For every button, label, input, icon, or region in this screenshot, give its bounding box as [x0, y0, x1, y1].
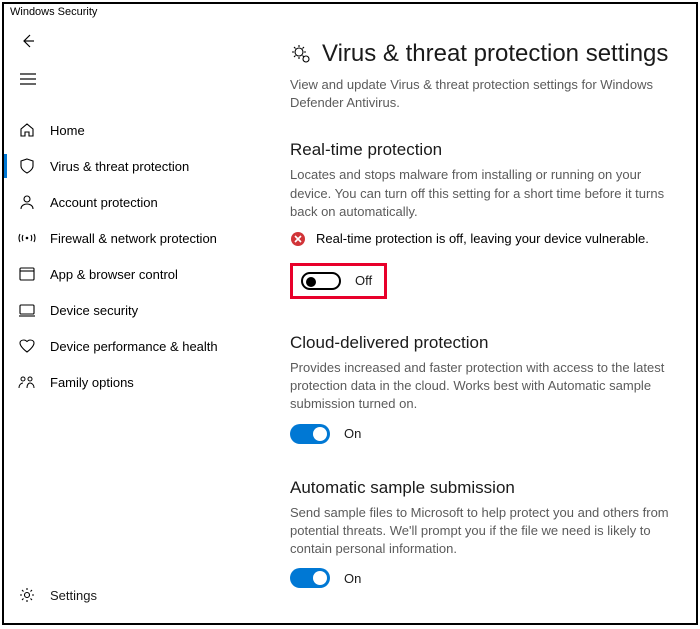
cloud-toggle[interactable] [290, 424, 330, 444]
app-window: Windows Security Home [2, 2, 698, 625]
sidebar-item-label: Firewall & network protection [50, 231, 217, 246]
sidebar-item-label: Family options [50, 375, 134, 390]
sidebar-item-settings[interactable]: Settings [4, 577, 266, 613]
sidebar-item-virus-threat[interactable]: Virus & threat protection [4, 148, 266, 184]
sidebar-item-label: Virus & threat protection [50, 159, 189, 174]
realtime-toggle-highlight: Off [290, 263, 387, 299]
window-body: Home Virus & threat protection Account p… [4, 20, 696, 623]
cloud-toggle-row: On [290, 424, 672, 444]
realtime-toggle-label: Off [355, 273, 372, 288]
antenna-icon [18, 229, 36, 247]
sample-toggle-row: On [290, 568, 672, 588]
nav-list: Home Virus & threat protection Account p… [4, 112, 266, 577]
sidebar-item-firewall[interactable]: Firewall & network protection [4, 220, 266, 256]
section-desc-sample: Send sample files to Microsoft to help p… [290, 504, 672, 559]
hamburger-icon [20, 73, 36, 85]
realtime-warning: Real-time protection is off, leaving you… [290, 231, 672, 247]
app-browser-icon [18, 265, 36, 283]
warning-text: Real-time protection is off, leaving you… [316, 231, 649, 246]
sample-toggle-label: On [344, 571, 361, 586]
sidebar-item-label: App & browser control [50, 267, 178, 282]
sample-toggle[interactable] [290, 568, 330, 588]
heart-icon [18, 337, 36, 355]
sidebar-footer: Settings [4, 577, 266, 623]
page-subtitle: View and update Virus & threat protectio… [290, 76, 672, 112]
family-icon [18, 373, 36, 391]
cloud-toggle-label: On [344, 426, 361, 441]
error-icon [290, 231, 306, 247]
section-desc-realtime: Locates and stops malware from installin… [290, 166, 672, 221]
sidebar-item-label: Home [50, 123, 85, 138]
back-button[interactable] [8, 26, 48, 56]
sidebar-item-performance[interactable]: Device performance & health [4, 328, 266, 364]
sidebar-item-label: Settings [50, 588, 97, 603]
sidebar-item-label: Device performance & health [50, 339, 218, 354]
section-desc-cloud: Provides increased and faster protection… [290, 359, 672, 414]
sidebar-item-label: Account protection [50, 195, 158, 210]
sidebar-item-label: Device security [50, 303, 138, 318]
realtime-toggle[interactable] [301, 272, 341, 290]
menu-button[interactable] [8, 64, 48, 94]
section-title-cloud: Cloud-delivered protection [290, 333, 672, 353]
page-header: Virus & threat protection settings [290, 40, 672, 68]
window-title: Windows Security [4, 4, 696, 20]
arrow-left-icon [20, 33, 36, 49]
sidebar-item-account[interactable]: Account protection [4, 184, 266, 220]
sidebar-item-device-security[interactable]: Device security [4, 292, 266, 328]
device-security-icon [18, 301, 36, 319]
person-icon [18, 193, 36, 211]
home-icon [18, 121, 36, 139]
section-title-sample: Automatic sample submission [290, 478, 672, 498]
sidebar-item-app-browser[interactable]: App & browser control [4, 256, 266, 292]
sidebar-item-family[interactable]: Family options [4, 364, 266, 400]
shield-icon [18, 157, 36, 175]
section-title-realtime: Real-time protection [290, 140, 672, 160]
sidebar-item-home[interactable]: Home [4, 112, 266, 148]
virus-settings-icon [290, 43, 312, 65]
sidebar: Home Virus & threat protection Account p… [4, 20, 266, 623]
page-title: Virus & threat protection settings [322, 40, 668, 68]
gear-icon [18, 586, 36, 604]
main-content: Virus & threat protection settings View … [266, 20, 696, 623]
